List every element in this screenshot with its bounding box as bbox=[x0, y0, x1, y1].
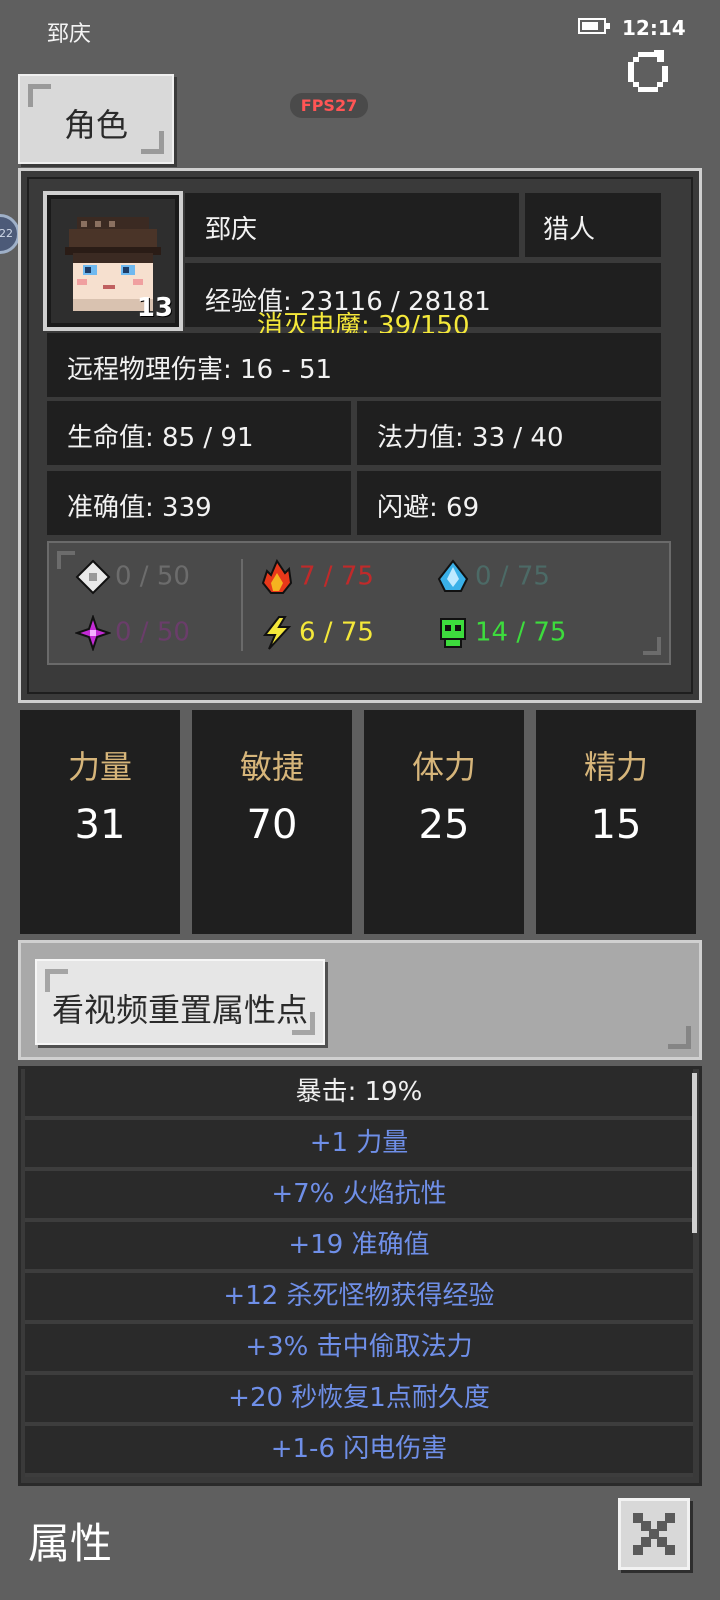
hp-value: 生命值: 85 / 91 bbox=[67, 423, 254, 453]
skull-icon bbox=[440, 618, 466, 648]
poison-resistance-value: 14 / 75 bbox=[475, 617, 567, 648]
name-cell: 郅庆 bbox=[185, 193, 519, 257]
attribute-name: 精力 bbox=[583, 748, 648, 786]
reset-attributes-label: 看视频重置属性点 bbox=[51, 991, 308, 1029]
fire-resistance: 7 / 75 bbox=[259, 559, 374, 595]
close-button[interactable] bbox=[618, 1498, 690, 1570]
clock: 12:14 bbox=[622, 16, 686, 40]
dodge-cell: 闪避: 69 bbox=[357, 471, 661, 535]
attribute-agility[interactable]: 敏捷 70 bbox=[192, 710, 352, 934]
attribute-value: 15 bbox=[590, 802, 642, 848]
character-level: 13 bbox=[136, 293, 173, 323]
mp-cell: 法力值: 33 / 40 bbox=[357, 401, 661, 465]
attribute-strength[interactable]: 力量 31 bbox=[20, 710, 180, 934]
attribute-value: 70 bbox=[246, 802, 298, 848]
scrollbar[interactable] bbox=[692, 1073, 697, 1233]
magic-resistance: 0 / 50 bbox=[75, 615, 190, 651]
attribute-stamina[interactable]: 体力 25 bbox=[364, 710, 524, 934]
attribute-value: 25 bbox=[418, 802, 470, 848]
physical-resistance-value: 0 / 50 bbox=[115, 561, 190, 592]
mp-value: 法力值: 33 / 40 bbox=[377, 423, 564, 453]
poison-resistance: 14 / 75 bbox=[435, 615, 566, 651]
class-cell: 猎人 bbox=[525, 193, 661, 257]
list-item: +1-6 闪电伤害 bbox=[25, 1426, 693, 1477]
lightning-icon bbox=[262, 616, 292, 650]
magic-resistance-value: 0 / 50 bbox=[115, 617, 190, 648]
ice-crystal-icon bbox=[437, 559, 469, 592]
lightning-resistance-value: 6 / 75 bbox=[299, 617, 374, 648]
dodge-value: 闪避: 69 bbox=[377, 493, 480, 523]
hp-cell: 生命值: 85 / 91 bbox=[47, 401, 351, 465]
physical-resistance: 0 / 50 bbox=[75, 559, 190, 595]
list-item: +3% 击中偷取法力 bbox=[25, 1324, 693, 1375]
tab-character-label: 角色 bbox=[63, 106, 128, 144]
list-item: +19 准确值 bbox=[25, 1222, 693, 1273]
resistance-panel: 0 / 50 0 / 50 7 / 75 6 / 75 0 / 75 14 / … bbox=[47, 541, 671, 665]
status-bar-title: 郅庆 bbox=[47, 22, 92, 47]
ranged-damage: 远程物理伤害: 16 - 51 bbox=[67, 355, 333, 385]
tab-character[interactable]: 角色 bbox=[18, 74, 174, 164]
fps-counter: FPS27 bbox=[290, 93, 368, 118]
page-title: 属性 bbox=[28, 1519, 113, 1568]
fire-resistance-value: 7 / 75 bbox=[299, 561, 374, 592]
attribute-name: 力量 bbox=[67, 748, 132, 786]
character-panel: 13 郅庆 猎人 经验值: 23116 / 28181 消灭电魔: 39/150… bbox=[18, 168, 702, 703]
attribute-name: 体力 bbox=[411, 748, 476, 786]
character-portrait: 13 bbox=[43, 191, 183, 331]
list-item: +20 秒恢复1点耐久度 bbox=[25, 1375, 693, 1426]
reset-area: 看视频重置属性点 bbox=[18, 940, 702, 1060]
shield-pixel-icon bbox=[75, 559, 111, 595]
close-icon bbox=[633, 1513, 675, 1555]
cold-resistance-value: 0 / 75 bbox=[475, 561, 550, 592]
floating-side-badge[interactable]: 22 bbox=[0, 214, 20, 254]
list-item: +1 力量 bbox=[25, 1120, 693, 1171]
fire-icon bbox=[261, 559, 293, 594]
damage-cell: 远程物理伤害: 16 - 51 bbox=[47, 333, 661, 397]
magic-star-icon bbox=[75, 615, 111, 651]
list-item: +7% 火焰抗性 bbox=[25, 1171, 693, 1222]
accuracy-value: 准确值: 339 bbox=[67, 493, 212, 523]
attribute-energy[interactable]: 精力 15 bbox=[536, 710, 696, 934]
character-name: 郅庆 bbox=[205, 215, 258, 245]
list-item: +12 杀死怪物获得经验 bbox=[25, 1273, 693, 1324]
reset-attributes-button[interactable]: 看视频重置属性点 bbox=[35, 959, 325, 1045]
bonus-list[interactable]: 暴击: 19% +1 力量 +7% 火焰抗性 +19 准确值 +12 杀死怪物获… bbox=[18, 1066, 702, 1486]
cold-resistance: 0 / 75 bbox=[435, 559, 550, 595]
battery-icon bbox=[578, 18, 610, 34]
lightning-resistance: 6 / 75 bbox=[259, 615, 374, 651]
character-class: 猎人 bbox=[543, 215, 596, 245]
attribute-value: 31 bbox=[74, 802, 126, 848]
accuracy-cell: 准确值: 339 bbox=[47, 471, 351, 535]
list-item: 暴击: 19% bbox=[25, 1069, 693, 1120]
attribute-name: 敏捷 bbox=[239, 748, 304, 786]
refresh-icon[interactable] bbox=[624, 48, 672, 96]
